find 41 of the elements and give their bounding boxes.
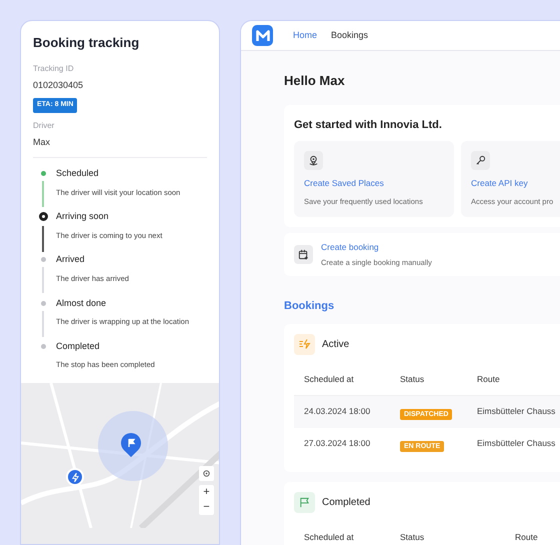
action-link[interactable]: Create API key [471, 177, 560, 190]
table-cell-text: 27.03.2024 18:00 [304, 437, 372, 450]
card-title: Active [322, 338, 350, 352]
step-title: Arriving soon [56, 210, 110, 224]
step-title: Almost done [56, 296, 108, 310]
action-link[interactable]: Create Saved Places [304, 177, 454, 190]
zoom-out-button[interactable]: − [199, 500, 214, 515]
card-title: Completed [322, 496, 370, 510]
step-title: Scheduled [56, 167, 100, 180]
card-title: Booking tracking [33, 34, 140, 52]
column-header: Status [400, 373, 426, 386]
calendar-add-icon [298, 249, 309, 260]
step-title: Arrived [56, 253, 86, 266]
table-cell-text: Eimsbütteler Chauss [477, 405, 556, 418]
column-header: Route [514, 531, 539, 544]
column-header: Route [477, 373, 501, 386]
map-pin-icon [308, 155, 319, 166]
field-value: 0102030405 [33, 78, 84, 92]
key-icon [475, 155, 486, 166]
column-header: Status [400, 531, 426, 544]
column-header: Scheduled at [304, 373, 355, 386]
fast-lightning-icon [298, 339, 310, 349]
field-value: Max [33, 136, 52, 148]
flag-icon [299, 496, 310, 508]
nav-tab[interactable]: Bookings [331, 28, 368, 42]
table-cell-text: Eimsbütteler Chauss [477, 437, 556, 450]
section-title: Get started with Innovia Ltd. [294, 118, 443, 132]
column-header: Scheduled at [304, 531, 355, 544]
table-cell-text: 24.03.2024 18:00 [304, 405, 372, 418]
nav-tab[interactable]: Home [293, 28, 318, 42]
locate-icon [202, 469, 211, 478]
app-logo-icon [252, 25, 273, 46]
lightning-marker-icon [66, 468, 84, 486]
field-label: Tracking ID [33, 62, 75, 74]
field-label: Driver [33, 120, 56, 132]
create-booking-link[interactable]: Create booking [321, 241, 432, 254]
step-title: Completed [56, 340, 101, 353]
zoom-in-button[interactable]: + [199, 485, 214, 500]
section-heading: Bookings [284, 299, 336, 314]
page-heading: Hello Max [284, 72, 346, 90]
locate-button[interactable] [199, 466, 214, 481]
